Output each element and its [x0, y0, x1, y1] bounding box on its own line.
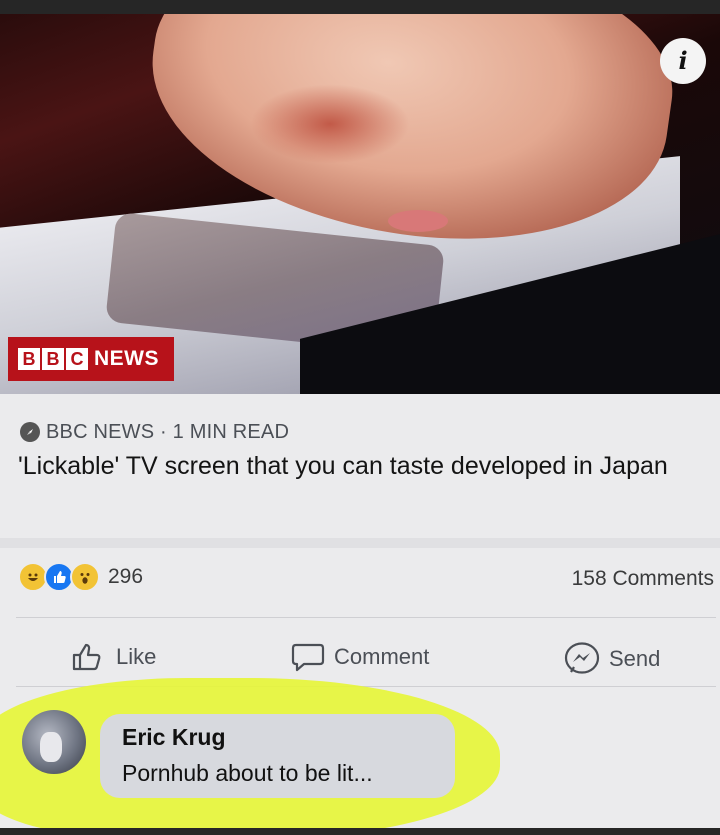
- article-headline[interactable]: 'Lickable' TV screen that you can taste …: [18, 450, 708, 483]
- compass-icon: [20, 422, 40, 442]
- source-line: BBC NEWS · 1 MIN READ: [46, 420, 290, 443]
- thumbs-up-icon: [72, 643, 101, 671]
- like-label: Like: [116, 644, 157, 669]
- comment-text: Pornhub about to be lit...: [122, 760, 373, 786]
- article-source[interactable]: BBC NEWS · 1 MIN READ: [20, 420, 289, 444]
- bbc-letter: B: [18, 348, 40, 370]
- reactions-summary[interactable]: 296: [18, 562, 143, 592]
- comment-author[interactable]: Eric Krug: [122, 724, 226, 751]
- tongue-image: [388, 210, 448, 232]
- bbc-letter: B: [42, 348, 64, 370]
- bbc-letter: C: [66, 348, 88, 370]
- bottom-bar: [0, 828, 720, 835]
- section-divider: [0, 538, 720, 548]
- comment-button[interactable]: Comment: [290, 642, 429, 672]
- messenger-icon: [564, 642, 600, 674]
- wow-icon: [70, 562, 100, 592]
- comments-count-link[interactable]: 158 Comments: [572, 567, 714, 591]
- comment-icon: [291, 643, 325, 672]
- bbc-news-logo: B B C NEWS: [8, 337, 174, 381]
- avatar[interactable]: [22, 710, 86, 774]
- divider: [16, 617, 716, 618]
- bbc-news-label: NEWS: [94, 347, 159, 370]
- post-card: B B C NEWS i BBC NEWS · 1 MIN READ 'Lick…: [0, 14, 720, 828]
- info-icon[interactable]: i: [660, 38, 706, 84]
- send-label: Send: [609, 646, 661, 671]
- comment-label: Comment: [334, 644, 430, 669]
- cheek-shading: [250, 84, 410, 164]
- send-button[interactable]: Send: [563, 642, 660, 676]
- article-image[interactable]: B B C NEWS i: [0, 14, 720, 394]
- top-bar: [0, 0, 720, 14]
- like-button[interactable]: Like: [70, 642, 156, 672]
- reaction-count: 296: [108, 565, 144, 588]
